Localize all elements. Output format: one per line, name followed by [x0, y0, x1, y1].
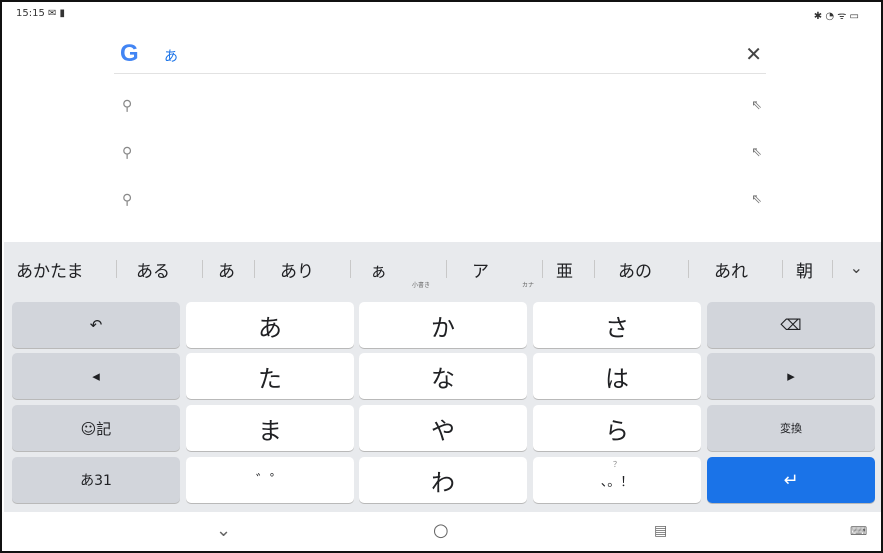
candidate-item[interactable]: あ: [218, 257, 235, 282]
suggestion-item[interactable]: ⚲ ⇖: [114, 184, 766, 224]
key-ha[interactable]: は: [533, 353, 701, 399]
status-icons: ✱ ◔ ᯤ ▭: [813, 11, 859, 22]
status-time: 15:15 ✉ ▮: [16, 8, 66, 19]
candidate-item[interactable]: ある: [136, 257, 170, 282]
candidate-hint: 小書き: [412, 282, 431, 289]
fill-arrow-icon[interactable]: ⇖: [751, 192, 762, 207]
candidate-divider: [116, 260, 117, 278]
search-bar[interactable]: G あ ✕: [114, 36, 766, 74]
search-icon: ⚲: [122, 192, 133, 208]
key-a[interactable]: あ: [186, 302, 354, 348]
punctuation-key[interactable]: ？ 、。！: [533, 457, 701, 503]
navigation-bar: ⌄ ○ ▤ ⌨: [2, 512, 881, 551]
backspace-key[interactable]: ⌫: [707, 302, 875, 348]
candidate-item[interactable]: あり: [280, 257, 314, 282]
fill-arrow-icon[interactable]: ⇖: [751, 98, 762, 113]
candidate-hint: カナ: [522, 282, 535, 289]
punctuation-hint: ？: [613, 460, 621, 469]
home-circle-icon[interactable]: ○: [433, 520, 449, 541]
suggestion-item[interactable]: ⚲ ⇖: [114, 90, 766, 130]
candidate-divider: [202, 260, 203, 278]
candidate-divider: [594, 260, 595, 278]
key-wa[interactable]: わ: [359, 457, 527, 503]
emoji-symbol-key[interactable]: ☺記: [12, 405, 180, 451]
key-ta[interactable]: た: [186, 353, 354, 399]
screen: 15:15 ✉ ▮ ✱ ◔ ᯤ ▭ G あ ✕ ⚲ ⇖ ⚲ ⇖ ⚲ ⇖ あかたま…: [0, 0, 883, 553]
suggestion-item[interactable]: ⚲ ⇖: [114, 137, 766, 177]
key-ma[interactable]: ま: [186, 405, 354, 451]
candidate-item[interactable]: 亜: [556, 257, 573, 282]
candidate-item[interactable]: あの: [618, 257, 652, 282]
google-logo: G: [120, 40, 139, 67]
cursor-right-key[interactable]: ▸: [707, 353, 875, 399]
input-mode-key[interactable]: あ31: [12, 457, 180, 503]
candidate-item[interactable]: あかたま: [16, 257, 84, 282]
cursor-left-key[interactable]: ◂: [12, 353, 180, 399]
keyboard-switch-icon[interactable]: ⌨: [850, 524, 867, 538]
chevron-down-icon[interactable]: ⌄: [850, 258, 863, 277]
candidate-divider: [542, 260, 543, 278]
candidate-divider: [446, 260, 447, 278]
back-chevron-icon[interactable]: ⌄: [216, 520, 231, 541]
candidate-bar: あかたま ある あ あり ぁ 小書き ア カナ 亜 あの あれ 朝 ⌄: [4, 242, 881, 296]
dakuten-key[interactable]: ゛゜: [186, 457, 354, 503]
key-na[interactable]: な: [359, 353, 527, 399]
candidate-item[interactable]: 朝: [796, 257, 813, 282]
enter-key[interactable]: ↵: [707, 457, 875, 503]
fill-arrow-icon[interactable]: ⇖: [751, 145, 762, 160]
search-input[interactable]: あ: [164, 46, 178, 66]
recents-icon[interactable]: ▤: [654, 523, 667, 539]
key-ka[interactable]: か: [359, 302, 527, 348]
candidate-divider: [350, 260, 351, 278]
key-ya[interactable]: や: [359, 405, 527, 451]
clear-icon[interactable]: ✕: [745, 42, 762, 66]
key-ra[interactable]: ら: [533, 405, 701, 451]
candidate-divider: [254, 260, 255, 278]
undo-key[interactable]: ↶: [12, 302, 180, 348]
keyboard: あかたま ある あ あり ぁ 小書き ア カナ 亜 あの あれ 朝 ⌄ ↶ あ: [4, 242, 881, 512]
candidate-divider: [832, 260, 833, 278]
convert-key[interactable]: 変換: [707, 405, 875, 451]
candidate-item[interactable]: あれ: [714, 257, 748, 282]
search-icon: ⚲: [122, 98, 133, 114]
candidate-divider: [688, 260, 689, 278]
key-sa[interactable]: さ: [533, 302, 701, 348]
punctuation-label: 、。！: [600, 474, 634, 490]
candidate-item[interactable]: ア: [472, 257, 489, 282]
candidate-item[interactable]: ぁ: [370, 257, 387, 282]
candidate-divider: [782, 260, 783, 278]
status-bar: 15:15 ✉ ▮ ✱ ◔ ᯤ ▭: [2, 2, 881, 28]
search-icon: ⚲: [122, 145, 133, 161]
